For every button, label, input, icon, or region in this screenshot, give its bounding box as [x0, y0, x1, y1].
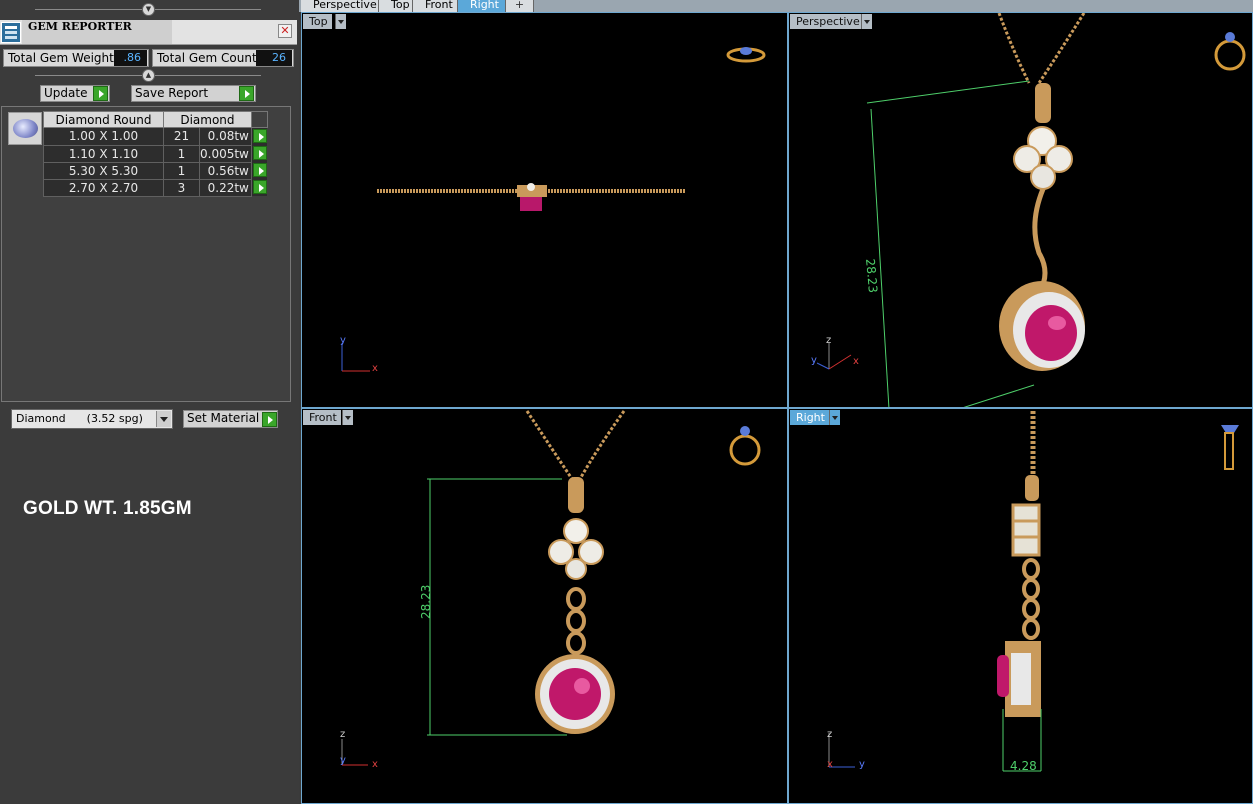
save-report-button-label: Save Report	[135, 86, 209, 100]
collapse-up-icon[interactable]: ▼	[142, 3, 155, 16]
axis-label-x: x	[372, 363, 378, 374]
viewport-right[interactable]: Right 4.28 z x y	[788, 408, 1253, 804]
front-dimension: 28.23	[419, 584, 433, 619]
close-icon[interactable]: ✕	[278, 24, 292, 38]
panel-title: GEM REPORTER	[28, 20, 132, 33]
gem-count: 1	[163, 144, 200, 163]
axis-label-z: z	[340, 729, 346, 740]
set-material-button-label: Set Material	[187, 411, 260, 425]
gem-size: 5.30 X 5.30	[43, 161, 164, 180]
axis-label-z: z	[827, 729, 833, 740]
gem-reporter-logo-icon	[1, 22, 21, 43]
table-row[interactable]: 1.00 X 1.00 21 0.08tw	[43, 127, 268, 146]
front-view-render	[341, 410, 761, 766]
axis-label-y: y	[859, 759, 865, 770]
axis-label-y: y	[811, 355, 817, 366]
gem-weight: 0.56tw	[199, 161, 252, 180]
viewport-tab-bar: Perspective Top Front Right +	[299, 0, 1253, 12]
gem-size: 1.10 X 1.10	[43, 144, 164, 163]
gem-reporter-header: GEM REPORTER ✕	[0, 20, 297, 45]
column-header-shape: Diamond Round	[43, 111, 164, 128]
tab-front[interactable]: Front	[413, 0, 458, 12]
update-button-label: Update	[44, 86, 88, 100]
tab-perspective[interactable]: Perspective	[301, 0, 379, 12]
save-report-go-icon[interactable]	[239, 86, 254, 101]
top-view-render	[341, 47, 766, 372]
axis-label-y: y	[340, 755, 346, 766]
material-select-value: Diamond (3.52 spg)	[16, 412, 143, 425]
gem-count: 1	[163, 161, 200, 180]
gold-weight-note: GOLD WT. 1.85GM	[23, 498, 192, 519]
table-row[interactable]: 1.10 X 1.10 1 0.005tw	[43, 144, 268, 163]
gem-size: 2.70 X 2.70	[43, 178, 164, 197]
set-material-go-icon[interactable]	[262, 412, 277, 427]
viewport-perspective[interactable]: Perspective 28.23 z y x	[788, 12, 1253, 408]
table-row[interactable]: 5.30 X 5.30 1 0.56tw	[43, 161, 268, 180]
axis-label-z: z	[826, 335, 832, 346]
right-view-render	[828, 411, 1239, 772]
tab-right[interactable]: Right	[458, 0, 506, 12]
total-gem-weight-value: .86	[114, 50, 147, 66]
gem-table: Diamond Round Diamond 1.00 X 1.00 21 0.0…	[43, 111, 268, 197]
table-row[interactable]: 2.70 X 2.70 3 0.22tw	[43, 178, 268, 197]
axis-label-x: x	[372, 759, 378, 770]
tab-top[interactable]: Top	[379, 0, 413, 12]
row-go-icon[interactable]	[252, 180, 267, 194]
row-go-icon[interactable]	[252, 146, 267, 160]
axis-label-y: y	[340, 335, 346, 346]
gem-weight: 0.22tw	[199, 178, 252, 197]
axis-label-x: x	[827, 759, 833, 770]
perspective-dimension: 28.23	[863, 258, 880, 294]
viewport-front[interactable]: Front 28.23 z y x	[301, 408, 788, 804]
gem-weight: 0.005tw	[199, 144, 252, 163]
collapse-down-icon[interactable]: ▲	[142, 69, 155, 82]
viewport-top[interactable]: Top y x	[301, 12, 788, 408]
gem-count: 21	[163, 127, 200, 146]
gem-weight: 0.08tw	[199, 127, 252, 146]
add-tab-icon[interactable]: +	[506, 0, 534, 12]
diamond-round-thumbnail-icon[interactable]	[8, 112, 42, 145]
save-report-button[interactable]: Save Report	[131, 85, 256, 102]
row-go-icon[interactable]	[252, 129, 267, 143]
material-select[interactable]: Diamond (3.52 spg)	[11, 409, 173, 429]
chevron-down-icon[interactable]	[156, 411, 171, 427]
update-go-icon[interactable]	[93, 86, 108, 101]
total-gem-count-value: 26	[256, 50, 292, 66]
axis-label-x: x	[853, 356, 859, 367]
column-header-material: Diamond	[163, 111, 252, 128]
gem-reporter-panel: ▼ GEM REPORTER ✕ Total Gem Weight .86 To…	[0, 0, 299, 804]
perspective-view-render	[816, 13, 1246, 407]
gem-count: 3	[163, 178, 200, 197]
gem-size: 1.00 X 1.00	[43, 127, 164, 146]
right-dimension: 4.28	[1010, 759, 1037, 773]
row-go-icon[interactable]	[252, 163, 267, 177]
